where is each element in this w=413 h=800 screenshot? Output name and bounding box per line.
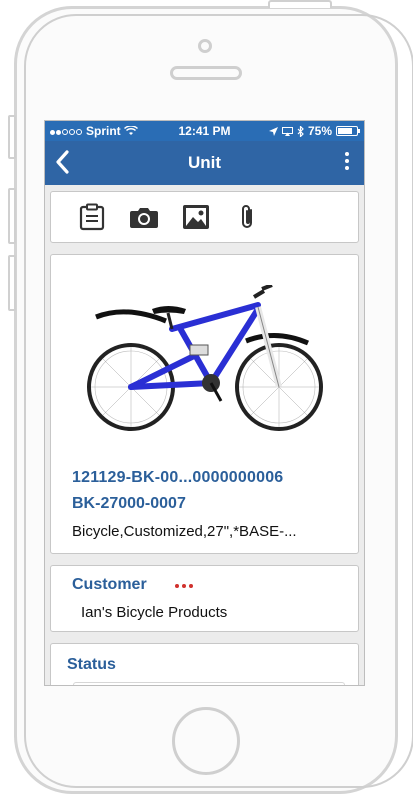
image-icon[interactable]	[181, 202, 211, 232]
status-card: Status	[50, 643, 359, 685]
camera-icon[interactable]	[129, 202, 159, 232]
part-number: BK-27000-0007	[72, 495, 186, 512]
customer-label: Customer	[72, 576, 147, 593]
action-toolbar	[50, 191, 359, 243]
location-arrow-icon	[268, 126, 278, 136]
page-title: Unit	[187, 153, 222, 172]
battery-percent: 75%	[307, 124, 332, 138]
status-label: Status	[67, 656, 116, 673]
status-field[interactable]	[73, 682, 345, 685]
power-button	[268, 0, 332, 8]
paperclip-icon[interactable]	[233, 202, 263, 232]
front-camera	[198, 39, 212, 53]
status-bar: Sprint 12:41 PM 75%	[45, 121, 364, 141]
customer-name: Ian's Bicycle Products	[81, 604, 228, 621]
more-horizontal-icon[interactable]	[175, 584, 193, 588]
volume-down-button	[8, 255, 16, 311]
earpiece-speaker	[170, 66, 242, 80]
mute-switch	[8, 115, 16, 159]
app-screen: Sprint 12:41 PM 75% Unit 121129-BK-00...…	[44, 120, 365, 686]
product-description: Bicycle,Customized,27",*BASE-...	[72, 523, 297, 540]
clipboard-icon[interactable]	[77, 202, 107, 232]
product-card[interactable]: 121129-BK-00...0000000006 BK-27000-0007 …	[50, 254, 359, 554]
nav-bar: Unit	[45, 141, 364, 185]
home-button[interactable]	[172, 707, 240, 775]
volume-up-button	[8, 188, 16, 244]
customer-card[interactable]: Customer Ian's Bicycle Products	[50, 565, 359, 632]
battery-icon	[336, 126, 360, 136]
bluetooth-icon	[297, 125, 304, 137]
more-vertical-icon[interactable]	[344, 152, 350, 174]
bicycle-photo	[87, 285, 323, 431]
screen-mirroring-icon	[281, 126, 293, 136]
serial-number: 121129-BK-00...0000000006	[72, 469, 284, 486]
